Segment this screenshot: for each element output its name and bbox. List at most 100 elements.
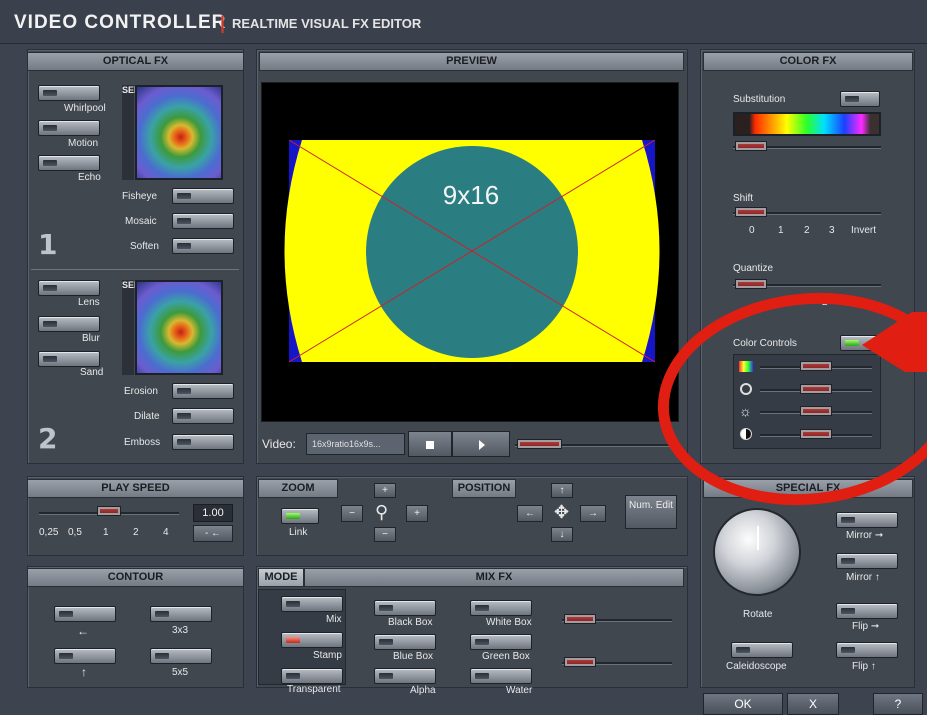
quantize-label: Quantize: [733, 263, 774, 274]
zoom-link-switch[interactable]: [281, 508, 319, 524]
white-box-switch[interactable]: [470, 600, 532, 616]
play-speed-value[interactable]: 1.00: [193, 504, 233, 522]
water-switch[interactable]: [470, 668, 532, 684]
app-subtitle: REALTIME VISUAL FX EDITOR: [232, 16, 422, 31]
rotate-knob[interactable]: [713, 508, 801, 596]
special-fx-title: SPECIAL FX: [703, 479, 913, 498]
contour-horizontal-switch[interactable]: [54, 606, 116, 622]
blur-switch[interactable]: [38, 316, 100, 332]
transparent-mode-switch[interactable]: [281, 668, 343, 684]
rotate-label: Rotate: [743, 609, 773, 620]
zoom-in-horizontal-button[interactable]: +: [406, 505, 428, 522]
video-position-thumb[interactable]: [517, 439, 562, 449]
erosion-switch[interactable]: [172, 383, 234, 399]
zoom-in-vertical-button[interactable]: +: [374, 483, 396, 498]
contour-5x5-switch[interactable]: [150, 648, 212, 664]
green-box-switch[interactable]: [470, 634, 532, 650]
video-label: Video:: [262, 437, 296, 451]
video-file-field[interactable]: 16x9ratio16x9s...: [306, 433, 405, 455]
optical-fx-title: OPTICAL FX: [27, 52, 244, 71]
lens-switch[interactable]: [38, 280, 100, 296]
shift-tick-invert: Invert: [851, 225, 877, 236]
mirror-vertical-switch[interactable]: [836, 553, 898, 569]
black-box-switch[interactable]: [374, 600, 436, 616]
mirror-horizontal-switch[interactable]: [836, 512, 898, 528]
contrast-thumb[interactable]: [800, 429, 832, 439]
color-controls-switch[interactable]: [840, 335, 880, 351]
rotate-knob-indicator: [757, 526, 759, 550]
zoom-out-horizontal-button[interactable]: −: [341, 505, 363, 522]
play-speed-thumb[interactable]: [97, 506, 121, 516]
saturation-icon: [740, 383, 752, 395]
contour-3x3-switch[interactable]: [150, 606, 212, 622]
blue-box-switch[interactable]: [374, 634, 436, 650]
green-box-label: Green Box: [482, 651, 530, 662]
caleidoscope-switch[interactable]: [731, 642, 793, 658]
mosaic-switch[interactable]: [172, 213, 234, 229]
help-button[interactable]: ?: [873, 693, 923, 715]
ok-button[interactable]: OK: [703, 693, 783, 715]
stamp-mode-switch[interactable]: [281, 632, 343, 648]
flip-horizontal-label: Flip ➞: [852, 621, 879, 632]
flip-vertical-switch[interactable]: [836, 642, 898, 658]
magnifier-icon: ⚲: [375, 502, 389, 522]
motion-switch[interactable]: [38, 120, 100, 136]
effect-set-2-number: 2: [38, 422, 58, 455]
whirlpool-switch[interactable]: [38, 85, 100, 101]
sensor-1-label: SENSOR: [122, 85, 160, 180]
speed-tick-4: 4: [163, 527, 169, 538]
quantize-tick-1: 1: [786, 297, 792, 308]
hue-thumb[interactable]: [800, 361, 832, 371]
cancel-button[interactable]: X: [787, 693, 839, 715]
fisheye-switch[interactable]: [172, 188, 234, 204]
play-button[interactable]: [452, 431, 510, 457]
mix-mode-switch[interactable]: [281, 596, 343, 612]
soften-switch[interactable]: [172, 238, 234, 254]
position-center-icon[interactable]: ✥: [554, 502, 569, 523]
shift-thumb[interactable]: [735, 207, 767, 217]
sand-switch[interactable]: [38, 351, 100, 367]
position-down-button[interactable]: ↓: [551, 527, 573, 542]
alpha-switch[interactable]: [374, 668, 436, 684]
preview-test-pattern: [284, 139, 660, 363]
sensor-1-view[interactable]: [135, 85, 223, 180]
echo-switch[interactable]: [38, 155, 100, 171]
preview-screen[interactable]: 9x16: [261, 82, 679, 422]
emboss-switch[interactable]: [172, 434, 234, 450]
saturation-thumb[interactable]: [800, 384, 832, 394]
reverse-button[interactable]: - ←: [193, 525, 233, 542]
dilate-switch[interactable]: [172, 408, 234, 424]
shift-tick-0: 0: [749, 225, 755, 236]
flip-horizontal-switch[interactable]: [836, 603, 898, 619]
position-right-button[interactable]: →: [580, 505, 606, 522]
sensor-2-view[interactable]: [135, 280, 223, 375]
flip-vertical-label: Flip ↑: [852, 661, 876, 672]
zoom-out-vertical-button[interactable]: −: [374, 527, 396, 542]
sensor-2-label: SENSOR: [122, 280, 160, 375]
contour-up-arrow-icon: ↑: [81, 665, 87, 679]
quantize-thumb[interactable]: [735, 279, 767, 289]
speed-tick-1: 1: [103, 527, 109, 538]
play-icon: [479, 440, 485, 450]
mode-tab[interactable]: MODE: [258, 568, 304, 587]
brightness-icon: ☼: [739, 403, 752, 419]
fisheye-label: Fisheye: [122, 191, 158, 202]
mix-level-thumb-2[interactable]: [564, 657, 596, 667]
flip-vertical-text: Flip: [852, 661, 869, 672]
position-up-button[interactable]: ↑: [551, 483, 573, 498]
mix-level-thumb-1[interactable]: [564, 614, 596, 624]
substitution-switch[interactable]: [840, 91, 880, 107]
contour-vertical-switch[interactable]: [54, 648, 116, 664]
substitution-thumb[interactable]: [735, 141, 767, 151]
flip-horizontal-text: Flip: [852, 621, 869, 632]
pattern-teal-circle: [366, 146, 578, 358]
brightness-thumb[interactable]: [800, 406, 832, 416]
stop-button[interactable]: [408, 431, 452, 457]
stop-icon: [426, 441, 434, 449]
black-box-label: Black Box: [388, 617, 433, 628]
arrow-up-icon: ↑: [870, 661, 876, 672]
position-left-button[interactable]: ←: [517, 505, 543, 522]
substitution-spectrum[interactable]: [733, 112, 881, 136]
num-edit-button[interactable]: Num. Edit: [625, 495, 677, 529]
shift-label: Shift: [733, 193, 754, 204]
